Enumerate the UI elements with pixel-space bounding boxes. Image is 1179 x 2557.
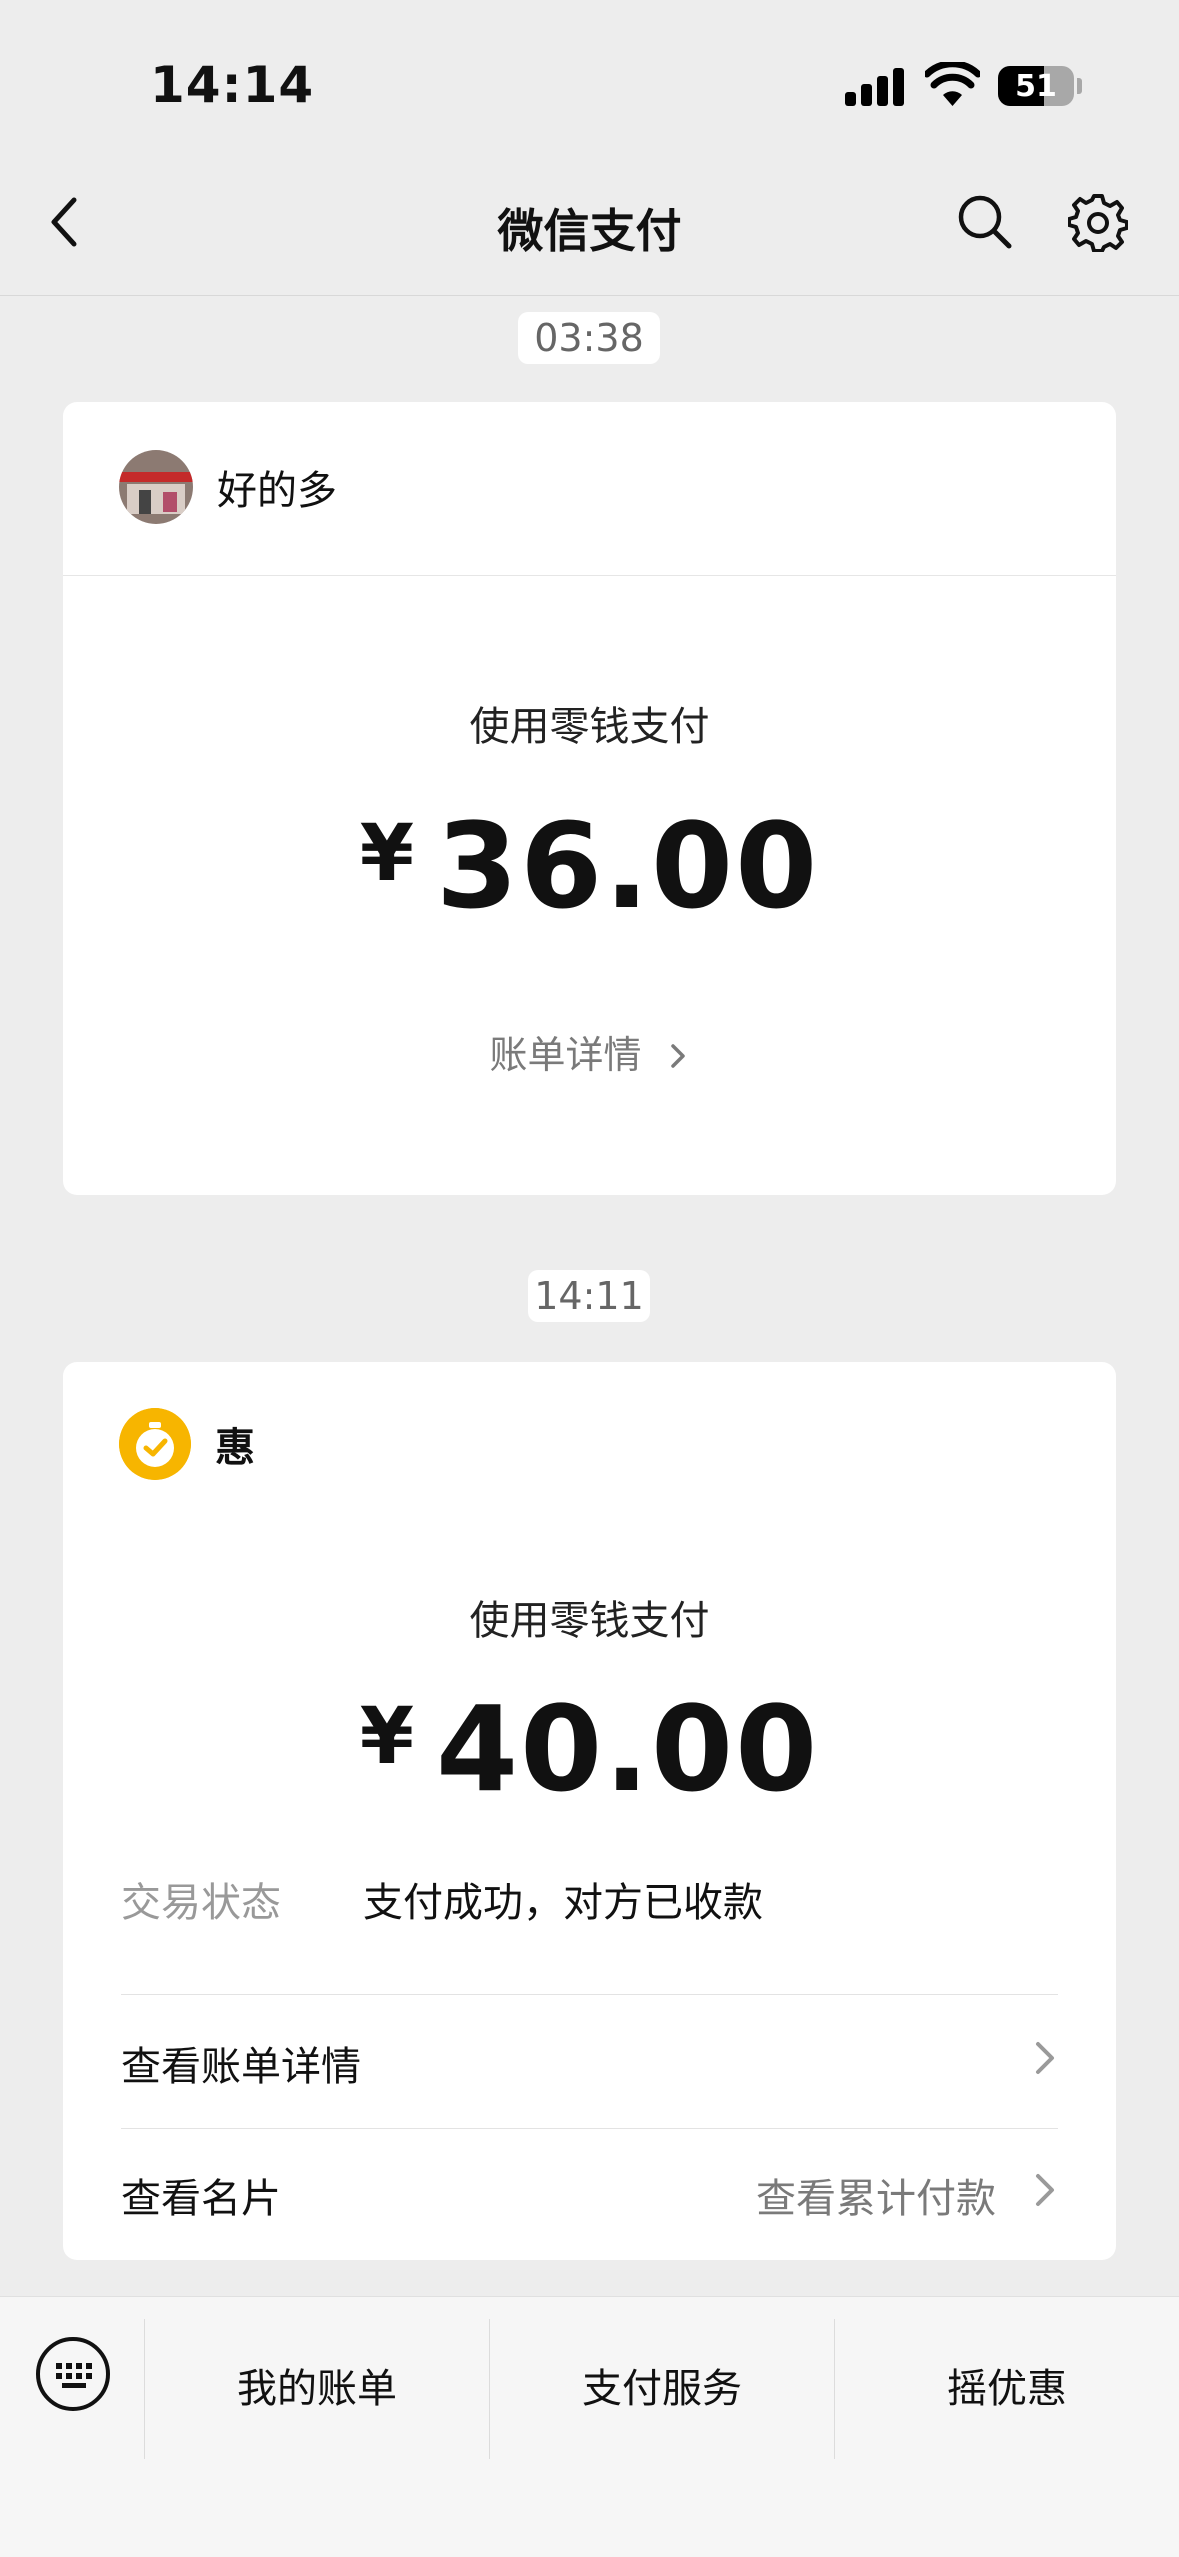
menu-payment-services[interactable]: 支付服务 [490,2329,834,2449]
status-value: 支付成功，对方已收款 [363,1880,763,1926]
view-business-card-label: 查看名片 [121,2176,281,2222]
payment-method: 使用零钱支付 [469,1598,710,1644]
bill-details-label: 账单详情 [489,1033,642,1077]
cellular-signal-icon [845,66,905,106]
battery-icon: 51 [998,66,1074,106]
bottom-menu-bar: 我的账单 支付服务 摇优惠 [0,2296,1179,2557]
divider [121,2128,1058,2129]
bill-details-link[interactable]: 账单详情 [63,1024,1116,1079]
search-icon[interactable] [955,192,1015,252]
view-bill-details-label: 查看账单详情 [121,2044,361,2090]
chevron-right-icon [1036,2174,1054,2206]
amount-value: 40.00 [436,1680,820,1818]
payment-card[interactable]: 惠 使用零钱支付 ¥40.00 交易状态 支付成功，对方已收款 查看账单详情 查… [63,1362,1116,2260]
status-bar: 14:14 51 [0,0,1179,150]
chevron-right-icon [1036,2042,1054,2074]
currency-symbol: ¥ [359,809,415,899]
message-time: 03:38 [518,312,660,364]
merchant-avatar [119,450,193,524]
battery-level: 51 [1015,69,1057,104]
menu-shake-offers[interactable]: 摇优惠 [835,2329,1179,2449]
status-label: 交易状态 [121,1880,281,1926]
view-business-card-row[interactable]: 查看名片 查看累计付款 [121,2166,1058,2224]
wifi-icon [925,62,980,106]
view-bill-details-row[interactable]: 查看账单详情 [121,2034,1058,2092]
payment-amount: ¥36.00 [63,797,1116,935]
merchant-header[interactable]: 好的多 [119,450,337,524]
nav-bar: 微信支付 [0,150,1179,296]
merchant-name: 惠 [215,1425,255,1471]
divider [63,575,1116,576]
payment-amount: ¥40.00 [63,1680,1116,1818]
transaction-status-row: 交易状态 支付成功，对方已收款 [121,1870,1058,1928]
menu-my-bills[interactable]: 我的账单 [145,2329,489,2449]
currency-symbol: ¥ [359,1692,415,1782]
keyboard-icon[interactable] [36,2337,110,2411]
divider [121,1994,1058,1995]
amount-value: 36.00 [436,797,820,935]
message-time: 14:11 [528,1270,650,1322]
status-time: 14:14 [150,56,315,114]
payment-method: 使用零钱支付 [469,704,710,750]
payment-card[interactable]: 好的多 使用零钱支付 ¥36.00 账单详情 [63,402,1116,1195]
cumulative-payment-link[interactable]: 查看累计付款 [756,2166,996,2224]
merchant-logo-icon [119,1408,191,1480]
chevron-right-icon [670,1044,685,1068]
settings-gear-icon[interactable] [1068,192,1128,252]
merchant-header[interactable]: 惠 [119,1408,255,1480]
merchant-name: 好的多 [217,468,337,514]
